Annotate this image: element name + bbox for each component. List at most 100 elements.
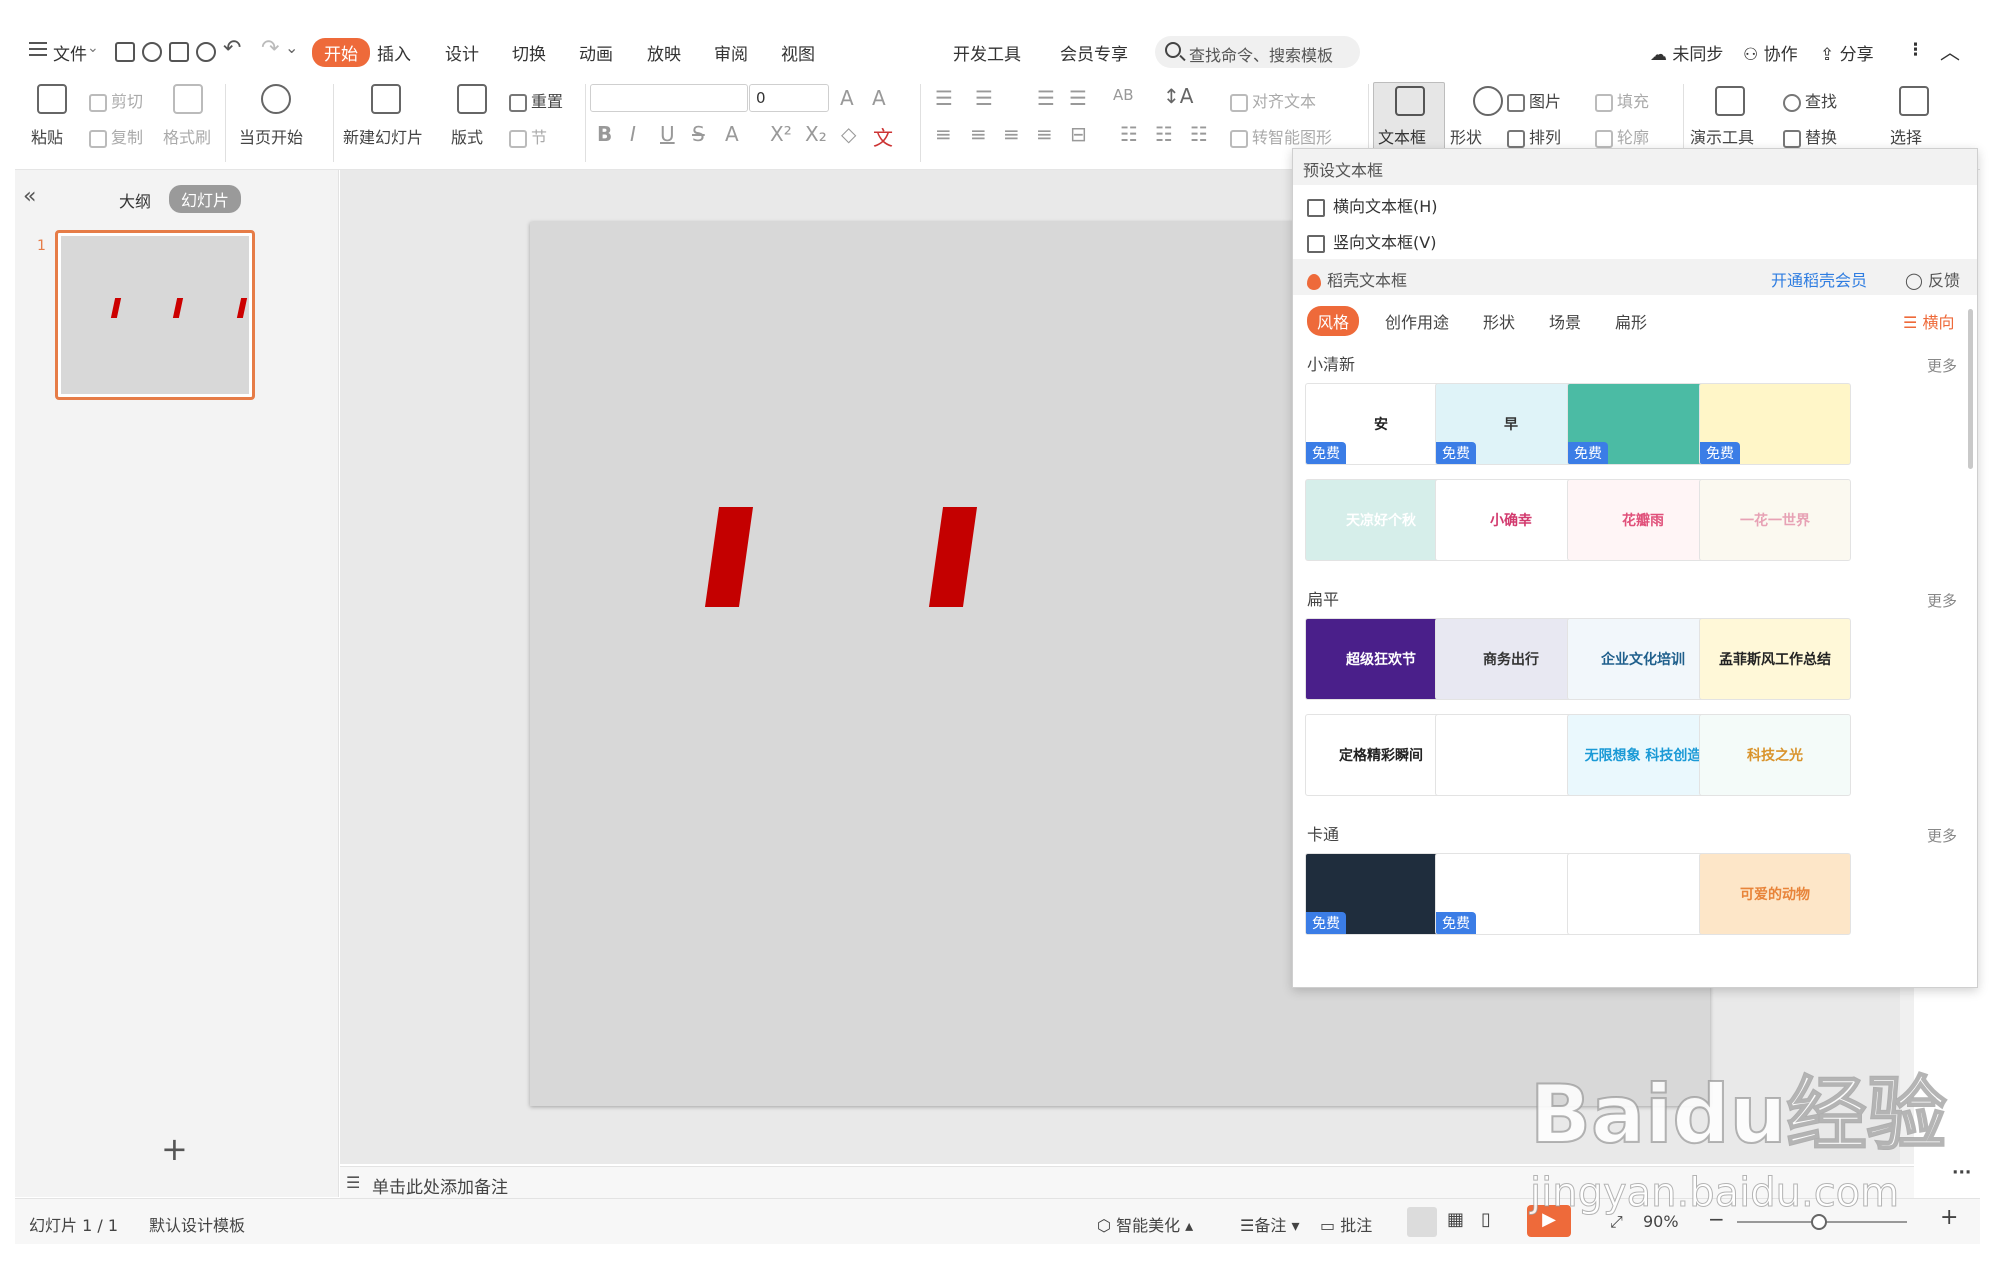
orientation-toggle[interactable]: ☰ 横向 — [1903, 309, 1954, 333]
phonetic-icon[interactable]: 文 — [873, 122, 893, 151]
format-painter-button[interactable]: 格式刷 — [163, 124, 211, 148]
tab-member[interactable]: 会员专享 — [1060, 40, 1128, 65]
arrange-button[interactable]: 排列 — [1507, 124, 1561, 148]
select-icon[interactable] — [1899, 86, 1929, 116]
beautify-button[interactable]: ⬡ 智能美化 ▴ — [1097, 1212, 1193, 1236]
align-right-icon[interactable]: ≡ — [1003, 122, 1020, 146]
save-icon[interactable] — [115, 42, 135, 62]
tab-slideshow[interactable]: 放映 — [647, 40, 681, 65]
template-card[interactable]: 科技之光 — [1699, 714, 1851, 796]
template-card[interactable]: 孟菲斯风工作总结 — [1699, 618, 1851, 700]
template-card[interactable]: 早免费 — [1435, 383, 1587, 465]
tab-insert[interactable]: 插入 — [377, 40, 411, 65]
tab-view[interactable]: 视图 — [781, 40, 815, 65]
undo-icon[interactable]: ↶ — [223, 36, 241, 61]
strikethrough-icon[interactable]: S — [692, 122, 705, 146]
tab-flat[interactable]: 扁形 — [1615, 309, 1647, 333]
sorter-view-icon[interactable]: ▦ — [1447, 1209, 1464, 1230]
justify-icon[interactable]: ≡ — [1036, 122, 1053, 146]
tab-review[interactable]: 审阅 — [714, 40, 748, 65]
collaborate-button[interactable]: ⚇ 协作 — [1743, 40, 1798, 65]
select-button[interactable]: 选择 — [1890, 124, 1922, 148]
tab-shape[interactable]: 形状 — [1483, 309, 1515, 333]
more-vertical-icon[interactable]: ⋮ — [1907, 40, 1924, 60]
bullets-icon[interactable]: ☰ — [935, 86, 953, 110]
smart-graphic-button[interactable]: 转智能图形 — [1230, 124, 1332, 148]
tab-scene[interactable]: 场景 — [1549, 309, 1581, 333]
bold-icon[interactable]: B — [597, 122, 612, 146]
template-card[interactable]: 免费 — [1699, 383, 1851, 465]
layout-icon[interactable] — [457, 84, 487, 114]
shrink-font-icon[interactable]: A — [872, 86, 886, 110]
columns-icon[interactable]: ☷ — [1190, 122, 1208, 146]
vertical-textbox-item[interactable]: 竖向文本框(V) — [1293, 221, 1977, 257]
reset-button[interactable]: 重置 — [509, 88, 563, 112]
redo-icon[interactable]: ↷ — [261, 36, 279, 61]
shape-button[interactable]: 形状 — [1450, 124, 1482, 148]
line-spacing-icon[interactable]: ☷ — [1120, 122, 1138, 146]
more-link[interactable]: 更多 — [1927, 825, 1957, 846]
char-spacing-icon[interactable]: AB — [1113, 86, 1134, 104]
underline-icon[interactable]: U — [660, 122, 675, 146]
paragraph-spacing-icon[interactable]: ☷ — [1155, 122, 1173, 146]
template-card[interactable]: 免费 — [1567, 383, 1719, 465]
font-size-combo[interactable]: 0 — [749, 84, 829, 112]
distribute-icon[interactable]: ⊟ — [1070, 122, 1087, 146]
grow-font-icon[interactable]: A — [840, 86, 854, 110]
numbering-icon[interactable]: ☰ — [975, 86, 993, 110]
presenter-tools-icon[interactable] — [1715, 86, 1745, 116]
collapse-ribbon-icon[interactable]: ︿ — [1940, 36, 1960, 65]
add-slide-button[interactable]: + — [161, 1130, 188, 1168]
print-icon[interactable] — [169, 42, 189, 62]
presenter-tools-button[interactable]: 演示工具 — [1690, 124, 1754, 148]
italic-icon[interactable]: I — [630, 122, 636, 146]
paste-icon[interactable] — [37, 84, 67, 114]
more-link[interactable]: 更多 — [1927, 590, 1957, 611]
play-from-current-button[interactable]: 当页开始 — [239, 124, 303, 148]
vip-link[interactable]: 开通稻壳会员 — [1771, 267, 1867, 291]
slide-red-shape[interactable] — [928, 507, 978, 607]
outline-button[interactable]: 轮廓 — [1595, 124, 1649, 148]
template-name[interactable]: 默认设计模板 — [149, 1212, 245, 1236]
zoom-slider-handle[interactable] — [1811, 1214, 1827, 1230]
format-painter-icon[interactable] — [173, 84, 203, 114]
picture-button[interactable]: 图片 — [1507, 88, 1561, 112]
align-center-icon[interactable]: ≡ — [970, 122, 987, 146]
tab-outline[interactable]: 大纲 — [119, 188, 151, 212]
dropdown-scrollbar[interactable] — [1968, 309, 1973, 469]
subscript-icon[interactable]: X₂ — [805, 122, 827, 146]
eraser-icon[interactable]: ◇ — [841, 122, 856, 146]
template-card[interactable]: 无限想象 科技创造 — [1567, 714, 1719, 796]
reading-view-icon[interactable]: ▯ — [1481, 1209, 1491, 1230]
layout-button[interactable]: 版式 — [451, 124, 483, 148]
tab-design[interactable]: 设计 — [445, 40, 479, 65]
more-horizontal-icon[interactable]: ··· — [1952, 1163, 1971, 1183]
increase-indent-icon[interactable]: ☰ — [1069, 86, 1087, 110]
chevron-down-icon[interactable]: ⌄ — [87, 40, 99, 56]
comments-button[interactable]: ▭ 批注 — [1320, 1212, 1372, 1236]
tab-transitions[interactable]: 切换 — [512, 40, 546, 65]
play-from-current-icon[interactable] — [261, 84, 291, 114]
new-slide-icon[interactable] — [371, 84, 401, 114]
notes-toggle[interactable]: ☰备注 ▾ — [1240, 1212, 1299, 1236]
template-card[interactable]: 企业文化培训 — [1567, 618, 1719, 700]
font-name-combo[interactable] — [590, 84, 748, 112]
template-card[interactable]: 可爱的动物 — [1699, 853, 1851, 935]
tab-purpose[interactable]: 创作用途 — [1385, 309, 1449, 333]
zoom-in-icon[interactable]: + — [1940, 1205, 1958, 1230]
slide-thumbnail[interactable] — [55, 230, 255, 400]
tab-slides[interactable]: 幻灯片 — [169, 185, 242, 213]
tab-developer[interactable]: 开发工具 — [953, 40, 1021, 65]
font-color-icon[interactable]: A — [725, 122, 739, 146]
template-card[interactable]: 免费 — [1435, 853, 1587, 935]
horizontal-textbox-item[interactable]: 横向文本框(H) — [1293, 185, 1977, 221]
fill-button[interactable]: 填充 — [1595, 88, 1649, 112]
print-preview-icon[interactable] — [196, 42, 216, 62]
superscript-icon[interactable]: X² — [770, 122, 792, 146]
collapse-panel-icon[interactable]: « — [23, 184, 36, 209]
tab-style[interactable]: 风格 — [1307, 306, 1360, 336]
feedback-button[interactable]: ◯ 反馈 — [1905, 267, 1960, 291]
replace-button[interactable]: 替换 — [1783, 124, 1837, 148]
find-button[interactable]: 查找 — [1783, 88, 1837, 112]
output-pdf-icon[interactable] — [142, 42, 162, 62]
